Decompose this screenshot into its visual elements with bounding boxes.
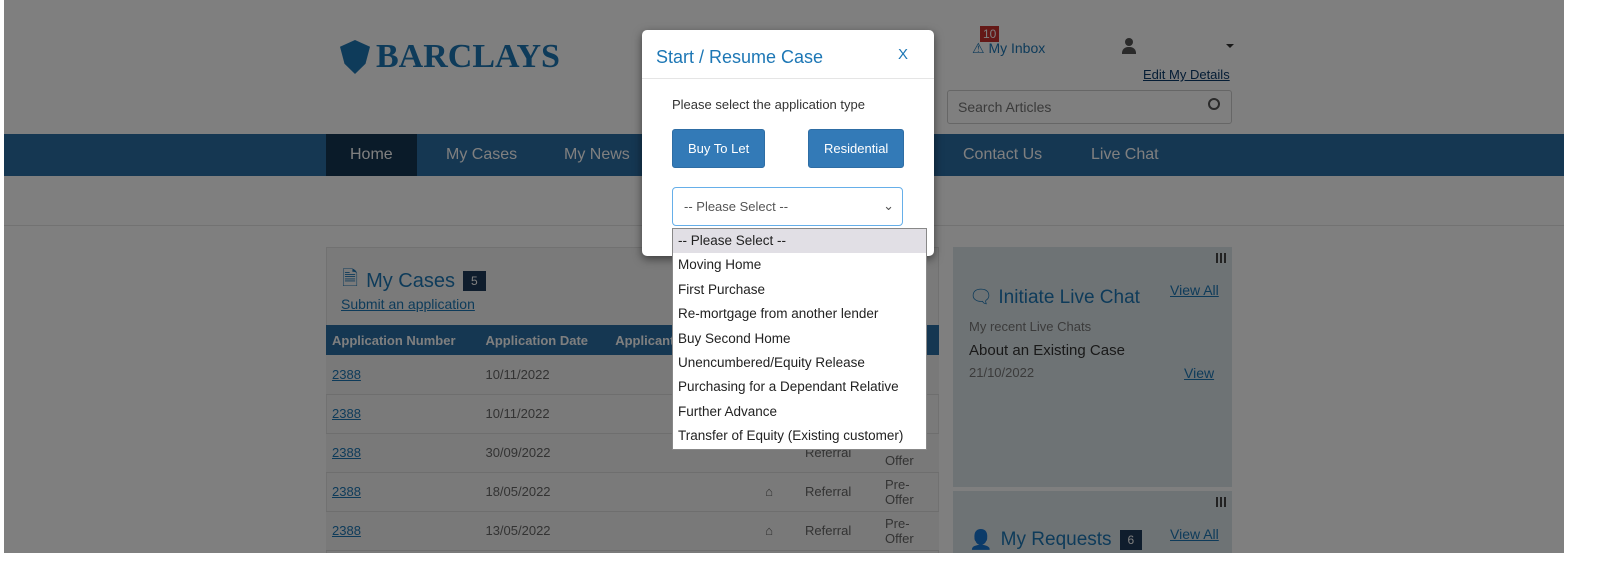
close-button[interactable]: X: [898, 46, 908, 63]
application-type-select[interactable]: -- Please Select -- ⌄: [672, 187, 903, 226]
dropdown-option[interactable]: Moving Home: [673, 253, 926, 277]
application-type-dropdown: -- Please Select -- Moving Home First Purc…: [672, 228, 927, 450]
modal-prompt: Please select the application type: [672, 97, 865, 112]
dropdown-option[interactable]: First Purchase: [673, 278, 926, 302]
dropdown-option[interactable]: Re-mortgage from another lender: [673, 302, 926, 326]
modal-header: Start / Resume Case X: [642, 30, 934, 79]
dropdown-option[interactable]: Transfer of Equity (Existing customer): [673, 424, 926, 448]
dropdown-option[interactable]: Further Advance: [673, 400, 926, 424]
buy-to-let-button[interactable]: Buy To Let: [672, 129, 766, 168]
dropdown-option[interactable]: Buy Second Home: [673, 327, 926, 351]
chevron-down-icon: ⌄: [883, 198, 894, 213]
page: BARCLAYS 10⚠ My Inbox Edit My Details Ho…: [4, 0, 1564, 553]
modal-title: Start / Resume Case: [656, 47, 824, 67]
residential-button[interactable]: Residential: [808, 129, 905, 168]
dropdown-option[interactable]: Purchasing for a Dependant Relative: [673, 375, 926, 399]
start-resume-case-modal: Start / Resume Case X Please select the a…: [642, 30, 934, 256]
select-value: -- Please Select --: [684, 199, 789, 214]
dropdown-option[interactable]: Unencumbered/Equity Release: [673, 351, 926, 375]
dropdown-option[interactable]: -- Please Select --: [673, 229, 926, 254]
